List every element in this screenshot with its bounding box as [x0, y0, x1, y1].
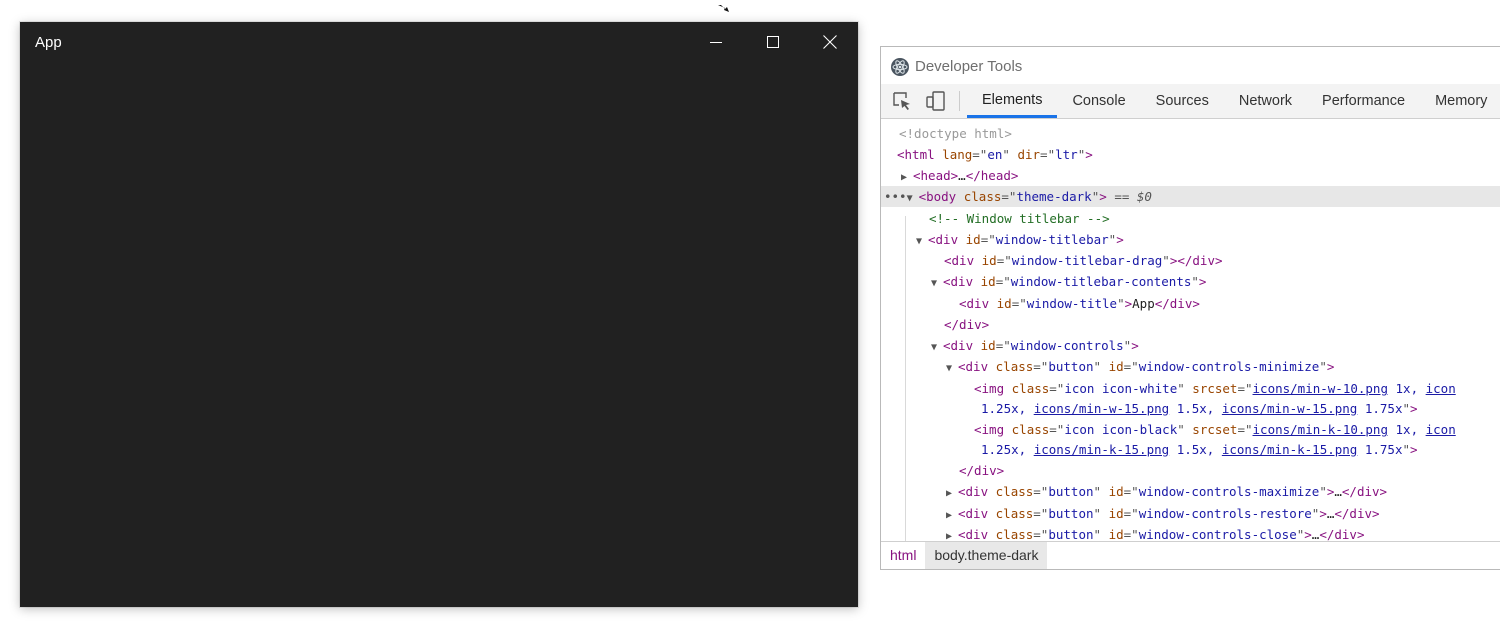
density-value: 1.75x	[1364, 442, 1403, 457]
attr-value: window-title	[1026, 296, 1118, 311]
attr-value: en	[987, 147, 1003, 162]
density-value: 1.25x,	[981, 442, 1027, 457]
attr-value: window-titlebar-drag	[1011, 253, 1163, 268]
breadcrumb-item-html[interactable]: html	[881, 542, 925, 569]
attr-value: button	[1048, 484, 1094, 499]
dom-node-titlebar-drag[interactable]: <div id="window-titlebar-drag"></div>	[881, 250, 1500, 271]
close-icon	[822, 35, 837, 49]
dom-node-maximize[interactable]: ▶ <div class="button" id="window-controls…	[881, 481, 1500, 502]
density-value: 1.5x,	[1176, 442, 1215, 457]
density-value: 1x,	[1395, 381, 1419, 396]
close-button[interactable]	[801, 22, 858, 62]
device-toolbar-icon[interactable]	[925, 91, 947, 111]
tab-network[interactable]: Network	[1224, 84, 1307, 118]
devtools-titlebar[interactable]: Developer Tools	[881, 47, 1500, 84]
attr-value: window-controls-close	[1138, 527, 1297, 542]
tab-console[interactable]: Console	[1057, 84, 1140, 118]
tag-name: html	[904, 147, 935, 162]
dom-node-comment[interactable]: <!-- Window titlebar -->	[881, 208, 1500, 229]
tab-elements[interactable]: Elements	[967, 84, 1058, 118]
dom-node-minimize[interactable]: ▼ <div class="button" id="window-controls…	[881, 356, 1500, 377]
src-link[interactable]: icons/min-w-10.png	[1253, 381, 1388, 396]
breadcrumb: html body.theme-dark	[881, 541, 1500, 569]
src-link[interactable]: icon	[1426, 381, 1456, 396]
collapse-arrow-icon[interactable]: ▼	[946, 358, 958, 379]
src-link[interactable]: icon	[1426, 422, 1456, 437]
app-window: App	[20, 22, 858, 607]
tab-sources[interactable]: Sources	[1141, 84, 1224, 118]
devtools-title: Developer Tools	[915, 58, 1023, 75]
dom-node-titlebar-contents[interactable]: ▼ <div id="window-titlebar-contents">	[881, 271, 1500, 292]
collapse-arrow-icon[interactable]: ▼	[931, 273, 943, 294]
attr-value: window-controls-restore	[1138, 506, 1312, 521]
tag-name: head	[920, 168, 951, 183]
tab-memory[interactable]: Memory	[1420, 84, 1500, 118]
attr-value: button	[1048, 359, 1094, 374]
tab-performance[interactable]: Performance	[1307, 84, 1420, 118]
src-link[interactable]: icons/min-w-15.png	[1034, 401, 1169, 416]
dom-node-window-title[interactable]: <div id="window-title">App</div>	[881, 293, 1500, 314]
toolbar-divider	[959, 91, 960, 111]
dom-node-img-black-cont[interactable]: 1.25x, icons/min-k-15.png 1.5x, icons/mi…	[881, 439, 1500, 460]
density-value: 1.5x,	[1176, 401, 1215, 416]
node-text: App	[1132, 296, 1155, 311]
dom-node-close-tag[interactable]: </div>	[881, 314, 1500, 335]
collapse-arrow-icon[interactable]: ▼	[916, 231, 928, 252]
electron-logo-icon	[890, 57, 910, 82]
attr-value: window-controls-minimize	[1138, 359, 1320, 374]
dom-node-close-tag[interactable]: </div>	[881, 460, 1500, 481]
dom-node-head[interactable]: ▶ <head>…</head>	[881, 165, 1500, 186]
window-controls	[687, 22, 858, 62]
dom-tree: <!doctype html> <html lang="en" dir="ltr…	[881, 119, 1500, 543]
expand-arrow-icon[interactable]: ▶	[946, 505, 958, 526]
expand-arrow-icon[interactable]: ▶	[946, 483, 958, 504]
doctype-text: <!doctype html>	[899, 126, 1012, 141]
collapse-arrow-icon[interactable]: ▼	[907, 188, 919, 209]
attr-value: button	[1048, 506, 1094, 521]
dom-node-img-white[interactable]: <img class="icon icon-white" srcset="ico…	[881, 378, 1500, 399]
src-link[interactable]: icons/min-k-15.png	[1034, 442, 1169, 457]
devtools-tabs: Elements Console Sources Network Perform…	[967, 84, 1500, 118]
dom-node-titlebar[interactable]: ▼ <div id="window-titlebar">	[881, 229, 1500, 250]
mouse-cursor-icon	[718, 0, 730, 18]
density-value: 1.25x,	[981, 401, 1027, 416]
minimize-button[interactable]	[687, 22, 744, 62]
attr-value: window-titlebar	[995, 232, 1109, 247]
maximize-icon	[766, 36, 779, 48]
app-titlebar[interactable]: App	[20, 22, 858, 62]
dom-node-img-white-cont[interactable]: 1.25x, icons/min-w-15.png 1.5x, icons/mi…	[881, 398, 1500, 419]
attr-value: theme-dark	[1016, 189, 1092, 204]
dom-node-body[interactable]: •••▼ <body class="theme-dark"> == $0	[881, 186, 1500, 207]
attr-value: window-controls-maximize	[1138, 484, 1320, 499]
dom-node-html[interactable]: <html lang="en" dir="ltr">	[881, 144, 1500, 165]
dom-node-restore[interactable]: ▶ <div class="button" id="window-controls…	[881, 503, 1500, 524]
dom-node-img-black[interactable]: <img class="icon icon-black" srcset="ico…	[881, 419, 1500, 440]
maximize-button[interactable]	[744, 22, 801, 62]
collapse-arrow-icon[interactable]: ▼	[931, 337, 943, 358]
more-options-icon[interactable]: •••	[884, 189, 907, 204]
attr-value: window-controls	[1010, 338, 1124, 353]
dom-node-window-controls[interactable]: ▼ <div id="window-controls">	[881, 335, 1500, 356]
src-link[interactable]: icons/min-k-15.png	[1222, 442, 1357, 457]
src-link[interactable]: icons/min-k-10.png	[1253, 422, 1388, 437]
attr-value: ltr	[1055, 147, 1078, 162]
density-value: 1.75x	[1364, 401, 1403, 416]
selected-marker: == $0	[1114, 189, 1152, 204]
density-value: 1x,	[1395, 422, 1419, 437]
attr-value: button	[1048, 527, 1094, 542]
devtools-toolbar: Elements Console Sources Network Perform…	[881, 84, 1500, 119]
devtools-window: Developer Tools Elements Console Sources…	[880, 46, 1500, 570]
inspect-element-icon[interactable]	[892, 91, 914, 111]
tag-name: head	[980, 168, 1011, 183]
attr-value: icon icon-white	[1064, 381, 1178, 396]
comment-text: <!-- Window titlebar -->	[929, 211, 1110, 226]
expand-arrow-icon[interactable]: ▶	[901, 167, 913, 188]
app-title: App	[35, 34, 62, 51]
breadcrumb-item-body[interactable]: body.theme-dark	[925, 542, 1048, 569]
attr-value: icon icon-black	[1064, 422, 1178, 437]
dom-node-doctype[interactable]: <!doctype html>	[881, 123, 1500, 144]
src-link[interactable]: icons/min-w-15.png	[1222, 401, 1357, 416]
attr-value: window-titlebar-contents	[1010, 274, 1192, 289]
minimize-icon	[709, 42, 722, 43]
